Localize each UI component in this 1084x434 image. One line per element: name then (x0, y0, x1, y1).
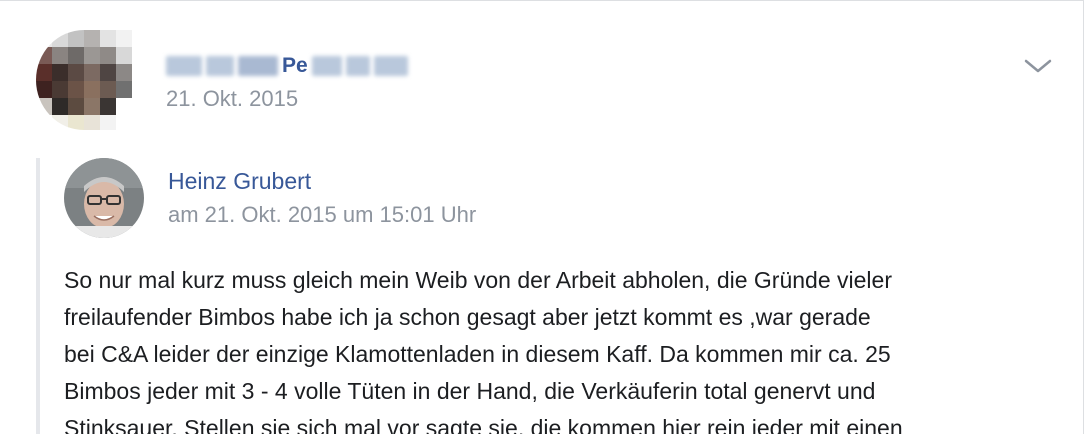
author-avatar-pixelated[interactable] (36, 30, 132, 130)
blurred-name-part (166, 56, 202, 76)
author-name[interactable]: Pe (166, 55, 408, 77)
quoted-text-line: So nur mal kurz muss gleich mein Weib vo… (64, 267, 892, 293)
quoted-text-line: Bimbos jeder mit 3 - 4 volle Tüten in de… (64, 378, 876, 404)
quoted-post-date[interactable]: am 21. Okt. 2015 um 15:01 Uhr (168, 201, 476, 229)
quoted-author-avatar[interactable] (64, 158, 144, 238)
quoted-author-name[interactable]: Heinz Grubert (168, 167, 311, 195)
post-date[interactable]: 21. Okt. 2015 (166, 86, 298, 112)
blurred-name-part (345, 56, 370, 76)
chevron-down-icon[interactable] (1022, 56, 1054, 76)
blurred-name-part (238, 56, 278, 76)
quoted-post-text: So nur mal kurz muss gleich mein Weib vo… (64, 262, 1054, 434)
blurred-name-part (206, 56, 234, 76)
quote-bar (36, 158, 40, 434)
card-top-border (0, 0, 1084, 1)
author-name-visible: Pe (282, 54, 308, 77)
quoted-text-line: freilaufender Bimbos habe ich ja schon g… (64, 304, 871, 330)
quoted-text-line: bei C&A leider der einzige Klamottenlade… (64, 341, 891, 367)
blurred-name-part (373, 56, 408, 76)
blurred-name-part (311, 56, 342, 76)
quoted-text-line: Stinksauer. Stellen sie sich mal vor sag… (64, 415, 903, 434)
